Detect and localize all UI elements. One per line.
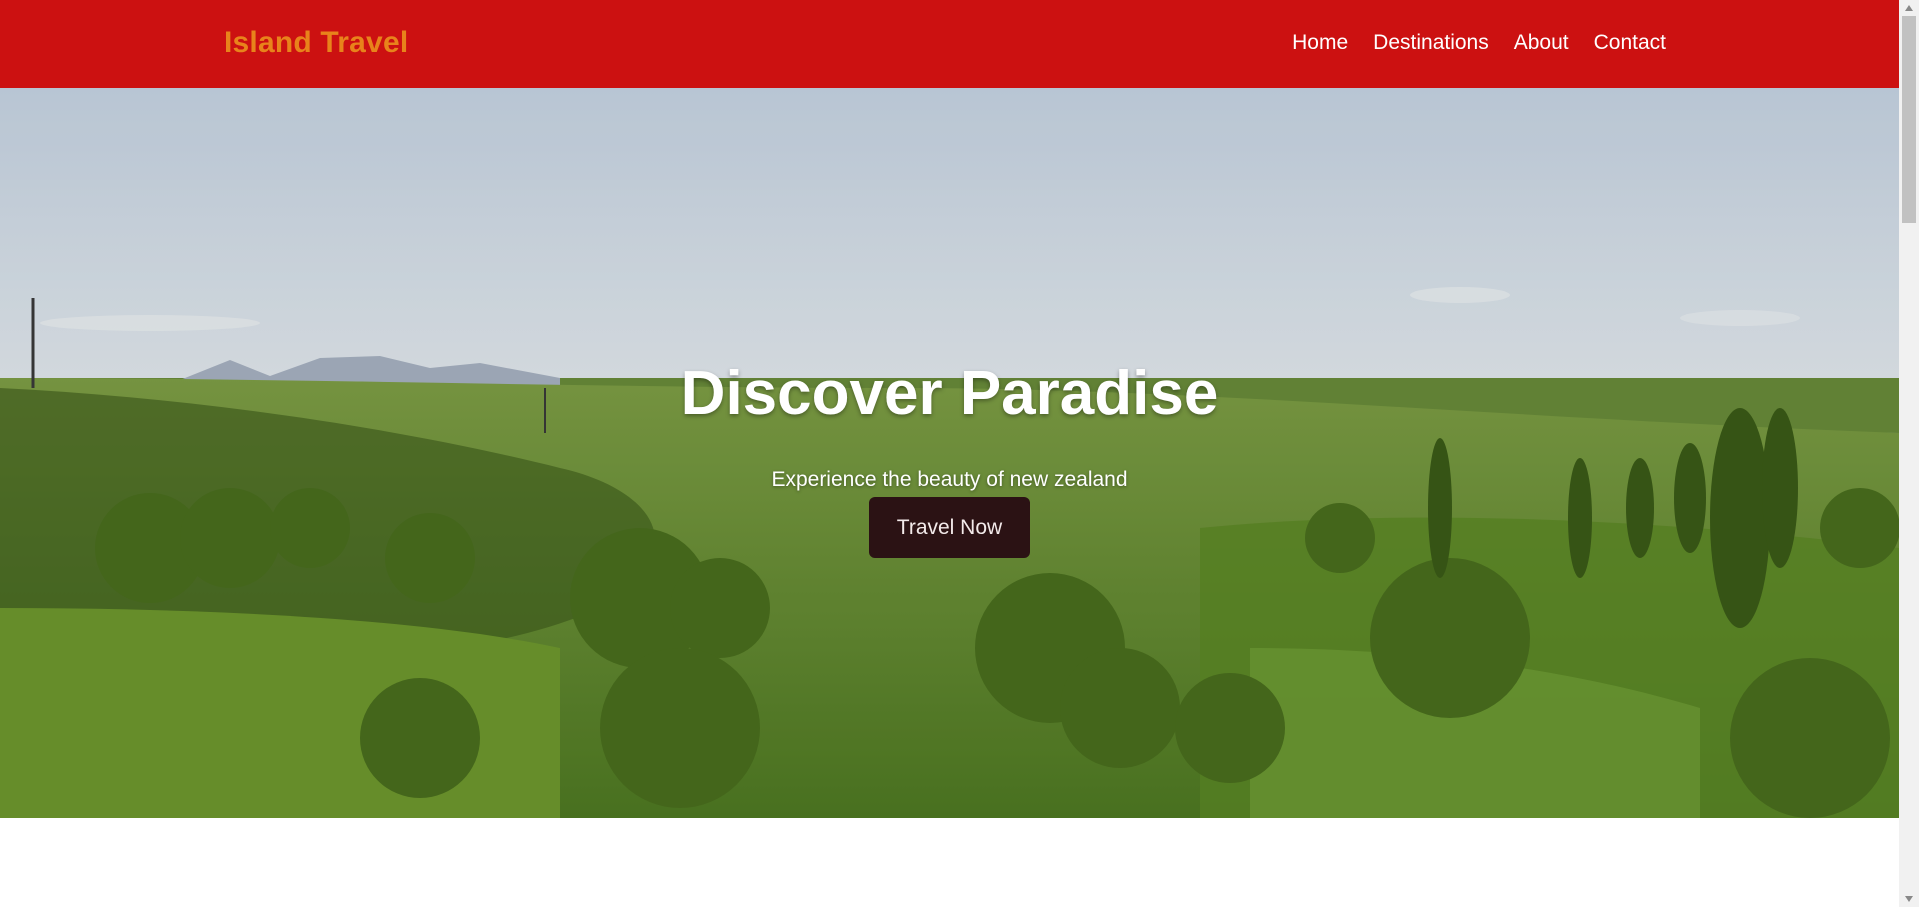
scroll-down-arrow-icon[interactable] <box>1905 896 1913 902</box>
main-nav: Home Destinations About Contact <box>1292 31 1666 55</box>
hero-subtitle: Experience the beauty of new zealand <box>771 468 1128 491</box>
hero-background-image <box>0 88 1899 818</box>
hero-section: Discover Paradise Experience the beauty … <box>0 88 1899 818</box>
site-header: Island Travel Home Destinations About Co… <box>0 0 1899 88</box>
page-scrollbar[interactable] <box>1899 0 1919 907</box>
nav-destinations[interactable]: Destinations <box>1373 31 1489 55</box>
hero-title: Discover Paradise <box>680 359 1219 428</box>
site-logo[interactable]: Island Travel <box>224 26 408 60</box>
nav-contact[interactable]: Contact <box>1594 31 1666 55</box>
nav-home[interactable]: Home <box>1292 31 1348 55</box>
travel-now-button[interactable]: Travel Now <box>869 497 1030 558</box>
scroll-up-arrow-icon[interactable] <box>1905 5 1913 11</box>
nav-about[interactable]: About <box>1514 31 1569 55</box>
scrollbar-thumb[interactable] <box>1902 16 1916 223</box>
